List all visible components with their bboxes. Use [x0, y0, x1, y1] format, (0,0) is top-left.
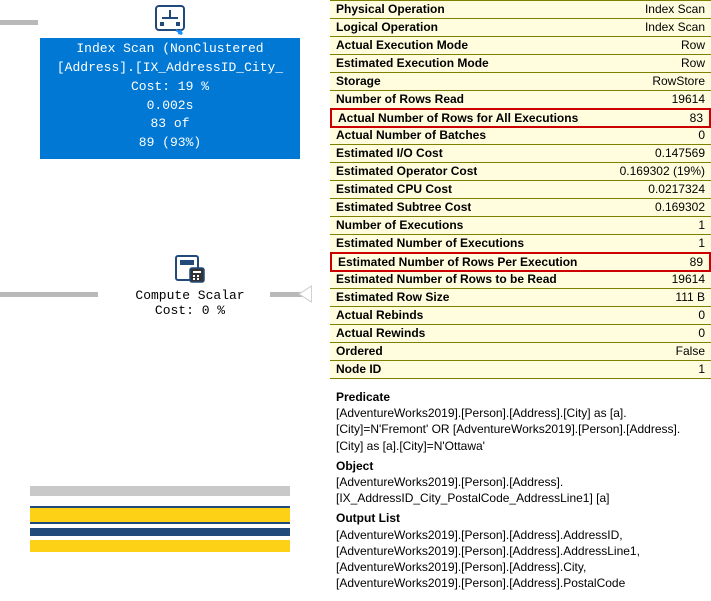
property-key: Estimated CPU Cost [336, 181, 452, 198]
property-value: 19614 [672, 91, 705, 108]
property-row: Storage RowStore [330, 73, 711, 91]
property-value: 89 [690, 254, 703, 271]
property-value: RowStore [652, 73, 705, 90]
plan-connector [0, 292, 98, 297]
property-value: 0 [698, 307, 705, 324]
property-key: Actual Number of Batches [336, 127, 486, 144]
property-row: Logical Operation Index Scan [330, 19, 711, 37]
property-value: Row [681, 55, 705, 72]
property-key: Actual Rebinds [336, 307, 423, 324]
property-row: Estimated Number of Rows Per Execution 89 [330, 252, 711, 272]
property-value: 0.169302 (19%) [620, 163, 705, 180]
property-key: Storage [336, 73, 381, 90]
property-value: Row [681, 37, 705, 54]
property-row: Actual Rebinds 0 [330, 307, 711, 325]
property-key: Estimated Subtree Cost [336, 199, 471, 216]
property-value: 19614 [672, 271, 705, 288]
node-title: Index Scan (NonClustered [40, 40, 300, 59]
chart-fragment [30, 540, 290, 552]
property-value: 1 [698, 235, 705, 252]
property-row: Estimated Operator Cost 0.169302 (19%) [330, 163, 711, 181]
property-key: Number of Rows Read [336, 91, 464, 108]
property-row: Actual Number of Rows for All Executions… [330, 108, 711, 128]
object-text: [AdventureWorks2019].[Person].[Address].… [336, 474, 705, 506]
property-key: Actual Number of Rows for All Executions [338, 110, 578, 127]
node-object: [Address].[IX_AddressID_City_ [40, 59, 300, 78]
property-key: Estimated I/O Cost [336, 145, 443, 162]
property-row: Actual Execution Mode Row [330, 37, 711, 55]
property-value: 1 [698, 361, 705, 378]
property-row: Estimated Subtree Cost 0.169302 [330, 199, 711, 217]
property-value: 0.147569 [655, 145, 705, 162]
operator-tooltip: Physical OperationIndex ScanLogical Oper… [330, 0, 711, 601]
property-key: Estimated Number of Rows to be Read [336, 271, 557, 288]
property-value: 0 [698, 325, 705, 342]
node-actual-rows: 83 of [40, 115, 300, 134]
compute-scalar-icon [172, 250, 208, 286]
property-row: Physical Operation Index Scan [330, 1, 711, 19]
node-cost: Cost: 0 % [110, 303, 270, 318]
object-heading: Object [336, 458, 705, 474]
property-value: Index Scan [645, 19, 705, 36]
property-key: Logical Operation [336, 19, 438, 36]
property-row: Estimated CPU Cost 0.0217324 [330, 181, 711, 199]
property-row: Actual Rewinds 0 [330, 325, 711, 343]
property-key: Actual Execution Mode [336, 37, 468, 54]
chart-fragment [30, 506, 290, 524]
node-cost: Cost: 19 % [40, 78, 300, 97]
property-row: Ordered False [330, 343, 711, 361]
property-row: Estimated Number of Executions 1 [330, 235, 711, 253]
property-key: Estimated Number of Executions [336, 235, 524, 252]
output-list-heading: Output List [336, 510, 705, 526]
property-key: Estimated Execution Mode [336, 55, 489, 72]
property-key: Physical Operation [336, 1, 445, 18]
property-key: Estimated Operator Cost [336, 163, 477, 180]
property-row: Number of Rows Read 19614 [330, 91, 711, 109]
node-time: 0.002s [40, 97, 300, 116]
property-row: Actual Number of Batches 0 [330, 127, 711, 145]
query-plan-canvas[interactable]: Index Scan (NonClustered [Address].[IX_A… [0, 0, 330, 579]
property-row: Estimated Number of Rows to be Read 19614 [330, 271, 711, 289]
chart-fragment [30, 528, 290, 536]
property-value: 0.169302 [655, 199, 705, 216]
property-key: Estimated Row Size [336, 289, 449, 306]
property-key: Actual Rewinds [336, 325, 425, 342]
property-value: 111 B [675, 289, 705, 306]
node-est-rows: 89 (93%) [40, 134, 300, 153]
plan-node-selected-tooltip: Index Scan (NonClustered [Address].[IX_A… [40, 38, 300, 159]
property-value: 83 [690, 110, 703, 127]
property-row: Estimated Execution Mode Row [330, 55, 711, 73]
predicate-text: [AdventureWorks2019].[Person].[Address].… [336, 405, 705, 454]
plan-node-index-scan[interactable]: Index Scan (NonClustered [Address].[IX_A… [40, 0, 300, 159]
property-key: Number of Executions [336, 217, 463, 234]
predicate-heading: Predicate [336, 389, 705, 405]
property-key: Node ID [336, 361, 381, 378]
node-title: Compute Scalar [110, 288, 270, 303]
index-scan-icon [152, 0, 188, 36]
plan-node-compute-scalar[interactable]: Compute Scalar Cost: 0 % [110, 250, 270, 318]
plan-arrow-icon [298, 285, 312, 303]
property-row: Node ID 1 [330, 361, 711, 379]
property-value: 1 [698, 217, 705, 234]
property-key: Estimated Number of Rows Per Execution [338, 254, 577, 271]
property-value: False [676, 343, 705, 360]
property-row: Number of Executions 1 [330, 217, 711, 235]
plan-connector [0, 20, 38, 25]
property-row: Estimated Row Size 111 B [330, 289, 711, 307]
output-list-text: [AdventureWorks2019].[Person].[Address].… [336, 527, 705, 592]
chart-fragment [30, 486, 290, 496]
property-value: Index Scan [645, 1, 705, 18]
property-value: 0.0217324 [648, 181, 705, 198]
property-key: Ordered [336, 343, 383, 360]
property-value: 0 [698, 127, 705, 144]
property-row: Estimated I/O Cost 0.147569 [330, 145, 711, 163]
